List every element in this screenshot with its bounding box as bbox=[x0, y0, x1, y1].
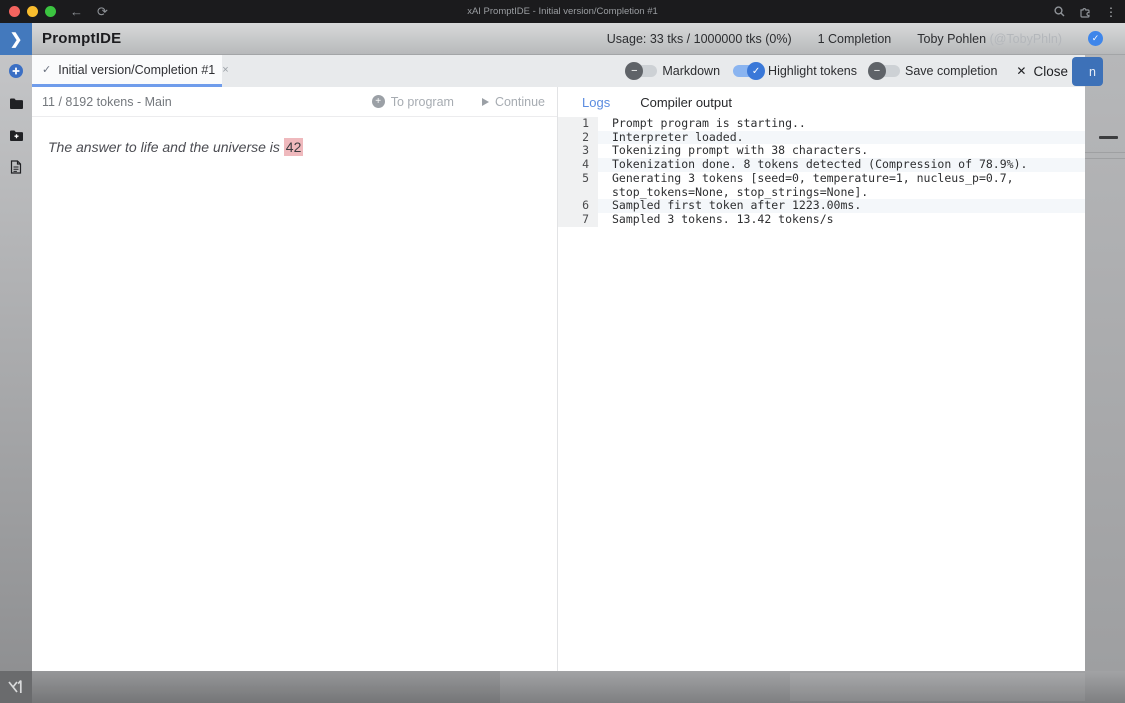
log-row: 3 Tokenizing prompt with 38 characters. bbox=[558, 143, 1085, 159]
log-row: 6 Sampled first token after 1223.00ms. bbox=[558, 199, 1085, 213]
promptide-logo-icon[interactable]: ❯ bbox=[0, 23, 32, 55]
divider-line bbox=[1085, 152, 1125, 153]
log-list[interactable]: 1 Prompt program is starting.. 2 Interpr… bbox=[558, 116, 1085, 227]
taskbar-shadow bbox=[32, 671, 267, 703]
log-line-text: Generating 3 tokens [seed=0, temperature… bbox=[612, 170, 1021, 199]
log-line-number: 5 bbox=[558, 171, 598, 200]
markdown-toggle[interactable]: − Markdown bbox=[625, 62, 721, 80]
log-line-number: 2 bbox=[558, 130, 598, 145]
folder-icon[interactable] bbox=[0, 87, 32, 119]
play-icon bbox=[481, 97, 489, 106]
extensions-icon[interactable] bbox=[1079, 6, 1091, 18]
continue-label: Continue bbox=[494, 94, 545, 109]
tab-logs[interactable]: Logs bbox=[582, 95, 610, 110]
log-row: 2 Interpreter loaded. bbox=[558, 130, 1085, 145]
toggle-knob: ✓ bbox=[747, 62, 766, 80]
browser-title: xAI PromptIDE - Initial version/Completi… bbox=[467, 6, 658, 17]
plus-circle-icon: + bbox=[371, 95, 385, 108]
xai-logo-icon bbox=[0, 671, 32, 703]
toggle-off-icon[interactable]: − bbox=[625, 62, 658, 80]
markdown-toggle-label: Markdown bbox=[662, 64, 721, 78]
kebab-menu-icon[interactable]: ⋮ bbox=[1105, 5, 1117, 19]
minimize-window-button[interactable] bbox=[27, 6, 38, 17]
reload-icon[interactable]: ⟳ bbox=[97, 5, 108, 18]
to-program-button[interactable]: + To program bbox=[371, 94, 454, 109]
log-line-text: Prompt program is starting.. bbox=[612, 116, 806, 130]
close-icon: ✕ bbox=[1016, 64, 1027, 78]
tab-close-icon[interactable]: × bbox=[222, 64, 228, 76]
log-line-number: 4 bbox=[558, 157, 598, 172]
file-icon[interactable] bbox=[0, 151, 32, 183]
tab-title: Initial version/Completion #1 bbox=[58, 62, 216, 77]
log-row: 1 Prompt program is starting.. bbox=[558, 116, 1085, 131]
highlighted-token[interactable]: 42 bbox=[283, 138, 304, 156]
editor-toolbar: 11 / 8192 tokens - Main + To program Con… bbox=[32, 87, 557, 117]
prompt-text: The answer to life and the universe is bbox=[48, 139, 284, 155]
log-line-number: 3 bbox=[558, 144, 598, 159]
add-circle-icon[interactable] bbox=[0, 55, 32, 87]
close-button[interactable]: ✕ Close bbox=[1016, 64, 1068, 79]
app-title: PromptIDE bbox=[42, 30, 122, 47]
tab-bar: ✓ Initial version/Completion #1 × − Mark… bbox=[32, 55, 1085, 87]
taskbar-highlight bbox=[790, 673, 1085, 701]
verified-badge-icon: ✓ bbox=[1088, 31, 1103, 46]
browser-titlebar: ← ⟳ xAI PromptIDE - Initial version/Comp… bbox=[0, 0, 1125, 23]
tab-initial-version-completion[interactable]: ✓ Initial version/Completion #1 × bbox=[32, 55, 229, 87]
save-completion-toggle[interactable]: − Save completion bbox=[868, 62, 998, 80]
log-line-number: 7 bbox=[558, 212, 598, 227]
log-line-number: 1 bbox=[558, 116, 598, 131]
prompt-text-line: The answer to life and the universe is 4… bbox=[48, 138, 541, 156]
bottom-taskbar bbox=[0, 671, 1125, 703]
log-line-text: Interpreter loaded. bbox=[598, 130, 1085, 145]
save-completion-toggle-label: Save completion bbox=[905, 64, 998, 78]
tab-check-icon: ✓ bbox=[42, 64, 52, 76]
to-program-label: To program bbox=[390, 94, 454, 109]
log-row: 5 Generating 3 tokens [seed=0, temperatu… bbox=[558, 170, 1085, 200]
output-tabs: Logs Compiler output bbox=[558, 87, 1085, 117]
zoom-window-button[interactable] bbox=[45, 6, 56, 17]
prompt-editor[interactable]: The answer to life and the universe is 4… bbox=[32, 117, 557, 671]
divider-handle[interactable] bbox=[1099, 136, 1118, 139]
output-column: Logs Compiler output 1 Prompt program is… bbox=[558, 87, 1085, 671]
user-account[interactable]: Toby Pohlen (@TobyPhln) bbox=[917, 32, 1062, 46]
screen: ← ⟳ xAI PromptIDE - Initial version/Comp… bbox=[0, 0, 1125, 703]
close-button-label: Close bbox=[1033, 63, 1068, 79]
search-icon[interactable] bbox=[1054, 6, 1065, 17]
user-name: Toby Pohlen bbox=[917, 31, 987, 46]
toggle-knob: − bbox=[868, 62, 886, 80]
token-count-status: 11 / 8192 tokens - Main bbox=[42, 94, 172, 109]
taskbar-shadow bbox=[267, 671, 500, 703]
log-line-text: Tokenization done. 8 tokens detected (Co… bbox=[598, 157, 1085, 172]
toggle-on-icon[interactable]: ✓ bbox=[733, 62, 766, 80]
usage-stats: Usage: 33 tks / 1000000 tks (0%) bbox=[606, 31, 792, 46]
close-window-button[interactable] bbox=[9, 6, 20, 17]
highlight-tokens-toggle[interactable]: ✓ Highlight tokens bbox=[733, 62, 857, 80]
log-line-number: 6 bbox=[558, 199, 598, 213]
back-icon[interactable]: ← bbox=[70, 5, 83, 18]
log-row: 7 Sampled 3 tokens. 13.42 tokens/s bbox=[558, 211, 1085, 227]
completions-count[interactable]: 1 Completion bbox=[818, 32, 892, 46]
toggle-knob: − bbox=[625, 62, 644, 80]
new-folder-icon[interactable] bbox=[0, 119, 32, 151]
log-line-text: Tokenizing prompt with 38 characters. bbox=[612, 143, 869, 158]
run-button[interactable]: n bbox=[1072, 57, 1103, 86]
log-line-text: Sampled 3 tokens. 13.42 tokens/s bbox=[612, 211, 834, 226]
user-handle: (@TobyPhln) bbox=[989, 31, 1062, 46]
log-row: 4 Tokenization done. 8 tokens detected (… bbox=[558, 157, 1085, 172]
completion-panel: ✓ Initial version/Completion #1 × − Mark… bbox=[32, 55, 1085, 671]
highlight-tokens-toggle-label: Highlight tokens bbox=[768, 64, 857, 78]
underlying-page-strip bbox=[1085, 55, 1125, 671]
divider-line bbox=[1085, 158, 1125, 159]
editor-column: 11 / 8192 tokens - Main + To program Con… bbox=[32, 87, 558, 671]
app-header: ❯ PromptIDE Usage: 33 tks / 1000000 tks … bbox=[0, 23, 1125, 55]
tab-compiler-output[interactable]: Compiler output bbox=[640, 95, 732, 110]
continue-button[interactable]: Continue bbox=[481, 94, 545, 109]
toggle-off-icon[interactable]: − bbox=[868, 62, 900, 80]
log-line-text: Sampled first token after 1223.00ms. bbox=[598, 199, 1085, 213]
left-sidebar bbox=[0, 55, 32, 671]
